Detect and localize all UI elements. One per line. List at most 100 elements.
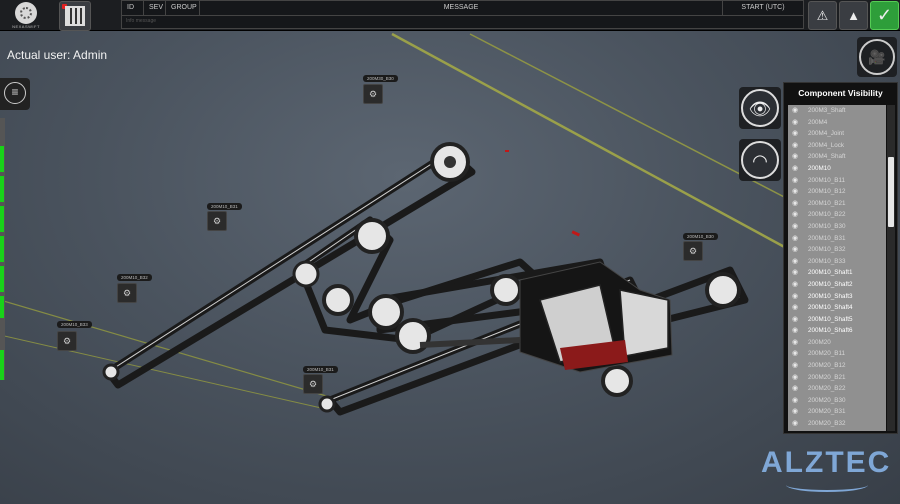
eye-icon[interactable]: ◉ [792, 233, 802, 245]
component-label: 200M3_Shaft [808, 107, 846, 114]
eye-icon[interactable]: ◉ [792, 163, 802, 175]
alarm-ack-button[interactable]: ⚠ [808, 1, 837, 30]
component-list-item[interactable]: ◉ 200M20_B31 [788, 406, 886, 418]
eye-icon[interactable]: ◉ [792, 209, 802, 221]
eye-icon[interactable]: ◉ [792, 383, 802, 395]
scrollbar-thumb[interactable] [888, 157, 894, 227]
eye-icon[interactable]: ◉ [792, 140, 802, 152]
component-list-item[interactable]: ◉ 200M20_B21 [788, 372, 886, 384]
component-list[interactable]: ◉ 200M3_Shaft ◉ 200M4 ◉ 200M4_Joint ◉ 200M4_Loc… [788, 105, 886, 431]
eye-icon[interactable]: ◉ [792, 279, 802, 291]
component-label: 200M10_Shaft5 [808, 315, 853, 323]
qr-code-button[interactable] [59, 1, 91, 31]
component-label: 200M10_Shaft6 [808, 327, 853, 335]
eye-icon[interactable]: ◉ [792, 256, 802, 268]
sensor-icon[interactable]: ⚙ [207, 211, 227, 231]
component-list-item[interactable]: ◉ 200M20_B22 [788, 383, 886, 395]
status-bar-green [0, 296, 4, 318]
component-list-item[interactable]: ◉ 200M10 [788, 163, 886, 175]
component-list-item[interactable]: ◉ 200M10_B21 [788, 198, 886, 210]
eye-icon[interactable]: ◉ [792, 267, 802, 279]
component-label: 200M10_Shaft2 [808, 280, 853, 288]
status-ok-button[interactable]: ✓ [870, 1, 899, 30]
sensor-icon[interactable]: ⚙ [683, 241, 703, 261]
eye-icon[interactable]: ◉ [792, 186, 802, 198]
component-list-item[interactable]: ◉ 200M4_Joint [788, 128, 886, 140]
eye-icon[interactable]: ◉ [792, 244, 802, 256]
eye-icon[interactable]: ◉ [792, 395, 802, 407]
component-list-item[interactable]: ◉ 200M10_B33 [788, 256, 886, 268]
col-start[interactable]: START (UTC) [723, 1, 803, 15]
col-group[interactable]: GROUP [166, 1, 200, 15]
col-message[interactable]: MESSAGE [200, 1, 723, 15]
eye-icon[interactable]: ◉ [792, 418, 802, 430]
sensor-tag: 200M30_B30 [363, 75, 398, 82]
component-list-scrollbar[interactable] [887, 105, 895, 431]
component-list-item[interactable]: ◉ 200M4_Shaft [788, 151, 886, 163]
sensor-tag: 200M10_B30 [683, 233, 718, 240]
pulleys [102, 142, 741, 413]
current-user: Actual user: Admin [7, 48, 107, 62]
logo-icon [15, 2, 37, 24]
menu-button[interactable]: ≡ [0, 78, 30, 110]
sensor-icon[interactable]: ⚙ [57, 331, 77, 351]
eye-icon[interactable]: ◉ [792, 302, 802, 314]
eye-icon[interactable]: ◉ [792, 360, 802, 372]
sensor-icon[interactable]: ⚙ [363, 84, 383, 104]
eye-icon: 👁 [748, 99, 772, 119]
eye-icon[interactable]: ◉ [792, 221, 802, 233]
component-list-item[interactable]: ◉ 200M10_Shaft6 [788, 325, 886, 337]
component-list-item[interactable]: ◉ 200M3_Shaft [788, 105, 886, 117]
brand-logo: ALZTEC [761, 446, 892, 479]
eye-icon[interactable]: ◉ [792, 337, 802, 349]
visibility-toggle-wrap: 👁 [739, 87, 781, 129]
eye-icon[interactable]: ◉ [792, 314, 802, 326]
eye-icon[interactable]: ◉ [792, 175, 802, 187]
component-label: 200M20_B21 [808, 373, 846, 381]
component-label: 200M10_B21 [808, 199, 846, 207]
eye-icon[interactable]: ◉ [792, 325, 802, 337]
component-list-item[interactable]: ◉ 200M10_Shaft3 [788, 291, 886, 303]
eye-icon[interactable]: ◉ [792, 198, 802, 210]
eye-icon[interactable]: ◉ [792, 117, 802, 129]
component-list-item[interactable]: ◉ 200M10_Shaft1 [788, 267, 886, 279]
component-list-item[interactable]: ◉ 200M20 [788, 337, 886, 349]
alarm-table[interactable]: ID SEV GROUP MESSAGE START (UTC) Info me… [121, 0, 804, 29]
3d-viewport[interactable] [0, 0, 900, 504]
eye-icon[interactable]: ◉ [792, 128, 802, 140]
col-sev[interactable]: SEV [144, 1, 166, 15]
eye-icon[interactable]: ◉ [792, 372, 802, 384]
component-label: 200M20_B30 [808, 396, 846, 404]
eye-icon[interactable]: ◉ [792, 151, 802, 163]
hide-components-button[interactable]: ◠ [741, 141, 779, 179]
eye-visibility-button[interactable]: 👁 [741, 89, 779, 127]
eye-icon[interactable]: ◉ [792, 291, 802, 303]
component-list-item[interactable]: ◉ 200M10_B12 [788, 186, 886, 198]
alarm-warning-button[interactable]: ▲ [839, 1, 868, 30]
eye-icon[interactable]: ◉ [792, 406, 802, 418]
camera-view-button[interactable]: 🎥 [857, 37, 897, 77]
laser-line [391, 32, 791, 252]
component-list-item[interactable]: ◉ 200M4_Lock [788, 140, 886, 152]
col-id[interactable]: ID [122, 1, 144, 15]
component-list-item[interactable]: ◉ 200M4 [788, 117, 886, 129]
component-list-item[interactable]: ◉ 200M10_B31 [788, 233, 886, 245]
component-list-item[interactable]: ◉ 200M10_Shaft5 [788, 314, 886, 326]
component-list-item[interactable]: ◉ 200M20_B30 [788, 395, 886, 407]
component-list-item[interactable]: ◉ 200M20_B12 [788, 360, 886, 372]
component-list-item[interactable]: ◉ 200M10_B32 [788, 244, 886, 256]
component-list-item[interactable]: ◉ 200M20_B11 [788, 348, 886, 360]
component-list-item[interactable]: ◉ 200M10_B11 [788, 175, 886, 187]
component-list-item[interactable]: ◉ 200M10_Shaft2 [788, 279, 886, 291]
component-list-item[interactable]: ◉ 200M10_Shaft4 [788, 302, 886, 314]
component-list-item[interactable]: ◉ 200M10_B22 [788, 209, 886, 221]
user-name: Admin [73, 48, 108, 62]
status-bar-green [0, 176, 4, 202]
component-list-item[interactable]: ◉ 200M20_B32 [788, 418, 886, 430]
eye-icon[interactable]: ◉ [792, 348, 802, 360]
eye-icon[interactable]: ◉ [792, 105, 802, 117]
alarm-list-icon: ⚠ [816, 8, 829, 23]
component-list-item[interactable]: ◉ 200M10_B30 [788, 221, 886, 233]
sensor-icon[interactable]: ⚙ [117, 283, 137, 303]
sensor-icon[interactable]: ⚙ [303, 374, 323, 394]
